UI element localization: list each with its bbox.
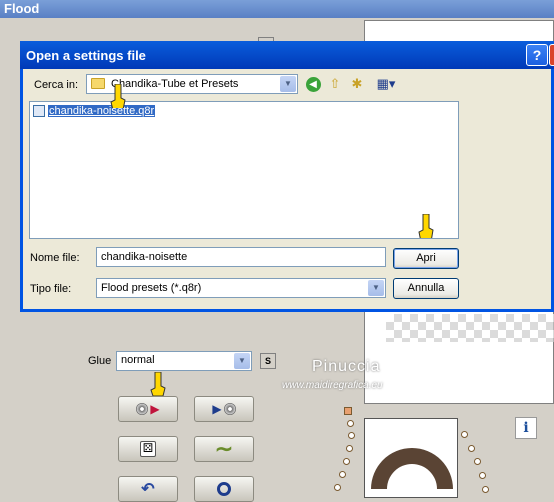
control-dot[interactable] xyxy=(348,432,355,439)
control-dot[interactable] xyxy=(339,471,346,478)
open-button[interactable]: Apri xyxy=(393,248,459,269)
close-button[interactable] xyxy=(549,44,554,66)
control-dot[interactable] xyxy=(482,486,489,493)
save-preset-button[interactable]: ▶ xyxy=(194,396,254,422)
control-dot[interactable] xyxy=(343,458,350,465)
load-preset-button[interactable]: ▶ xyxy=(118,396,178,422)
file-type-label: Tipo file: xyxy=(30,283,72,295)
ring-icon xyxy=(217,482,231,496)
chevron-down-icon: ▼ xyxy=(234,353,250,369)
info-button[interactable]: i xyxy=(515,417,537,439)
arch-shape xyxy=(371,448,453,489)
play-red-icon: ▶ xyxy=(150,402,160,416)
control-dot[interactable] xyxy=(468,445,475,452)
up-folder-icon[interactable]: ⇧ xyxy=(326,75,344,93)
control-dot[interactable] xyxy=(346,445,353,452)
glue-label: Glue xyxy=(88,355,112,367)
list-item[interactable]: chandika-noisette.q8r xyxy=(33,105,156,117)
back-icon[interactable]: ◀ xyxy=(304,75,322,93)
new-folder-icon[interactable]: ✱ xyxy=(348,75,366,93)
help-button[interactable]: ? xyxy=(526,44,548,66)
play-blue-icon: ▶ xyxy=(212,402,222,416)
wave-icon: ∼ xyxy=(214,436,234,461)
control-dot[interactable] xyxy=(334,484,341,491)
look-in-label: Cerca in: xyxy=(34,79,79,91)
dice-icon: ⚄ xyxy=(140,441,156,457)
watermark-url: www.maidiregrafica.eu xyxy=(282,380,383,391)
control-dot[interactable] xyxy=(479,472,486,479)
dialog-title: Open a settings file xyxy=(20,41,554,69)
flood-window-title: Flood xyxy=(0,0,554,18)
disc-icon xyxy=(223,403,236,415)
control-dot[interactable] xyxy=(347,420,354,427)
file-icon xyxy=(33,105,45,117)
file-list[interactable] xyxy=(29,101,459,239)
pointing-hand-icon xyxy=(110,84,126,108)
file-name-input[interactable]: chandika-noisette xyxy=(96,247,386,267)
pointing-hand-icon xyxy=(418,214,434,238)
disc-icon xyxy=(136,403,149,415)
chevron-down-icon: ▼ xyxy=(280,76,296,92)
glue-value: normal xyxy=(121,354,155,366)
control-dot[interactable] xyxy=(461,431,468,438)
chevron-down-icon: ▼ xyxy=(368,280,384,296)
file-name-label: Nome file: xyxy=(30,252,80,264)
control-dot[interactable] xyxy=(474,458,481,465)
reset-button[interactable] xyxy=(194,476,254,502)
glue-s-button[interactable]: S xyxy=(260,353,276,369)
file-type-select[interactable]: Flood presets (*.q8r) ▼ xyxy=(96,278,386,298)
random-button[interactable]: ⚄ xyxy=(118,436,178,462)
file-type-value: Flood presets (*.q8r) xyxy=(101,282,202,294)
glue-select[interactable]: normal ▼ xyxy=(116,351,252,371)
file-name: chandika-noisette.q8r xyxy=(48,105,156,117)
look-in-value: Chandika-Tube et Presets xyxy=(111,78,239,90)
undo-button[interactable]: ↶ xyxy=(118,476,178,502)
handle-square[interactable] xyxy=(344,407,352,415)
wave-button[interactable]: ∼ xyxy=(194,436,254,462)
cancel-button[interactable]: Annulla xyxy=(393,278,459,299)
view-menu-icon[interactable]: ▦▾ xyxy=(372,75,400,93)
pointing-hand-icon xyxy=(150,372,166,396)
watermark-title: Pinuccia xyxy=(312,358,381,375)
undo-arrow-icon: ↶ xyxy=(141,481,155,498)
preview-checkerboard xyxy=(386,314,554,342)
folder-icon xyxy=(91,78,105,89)
arch-preview xyxy=(364,418,458,498)
